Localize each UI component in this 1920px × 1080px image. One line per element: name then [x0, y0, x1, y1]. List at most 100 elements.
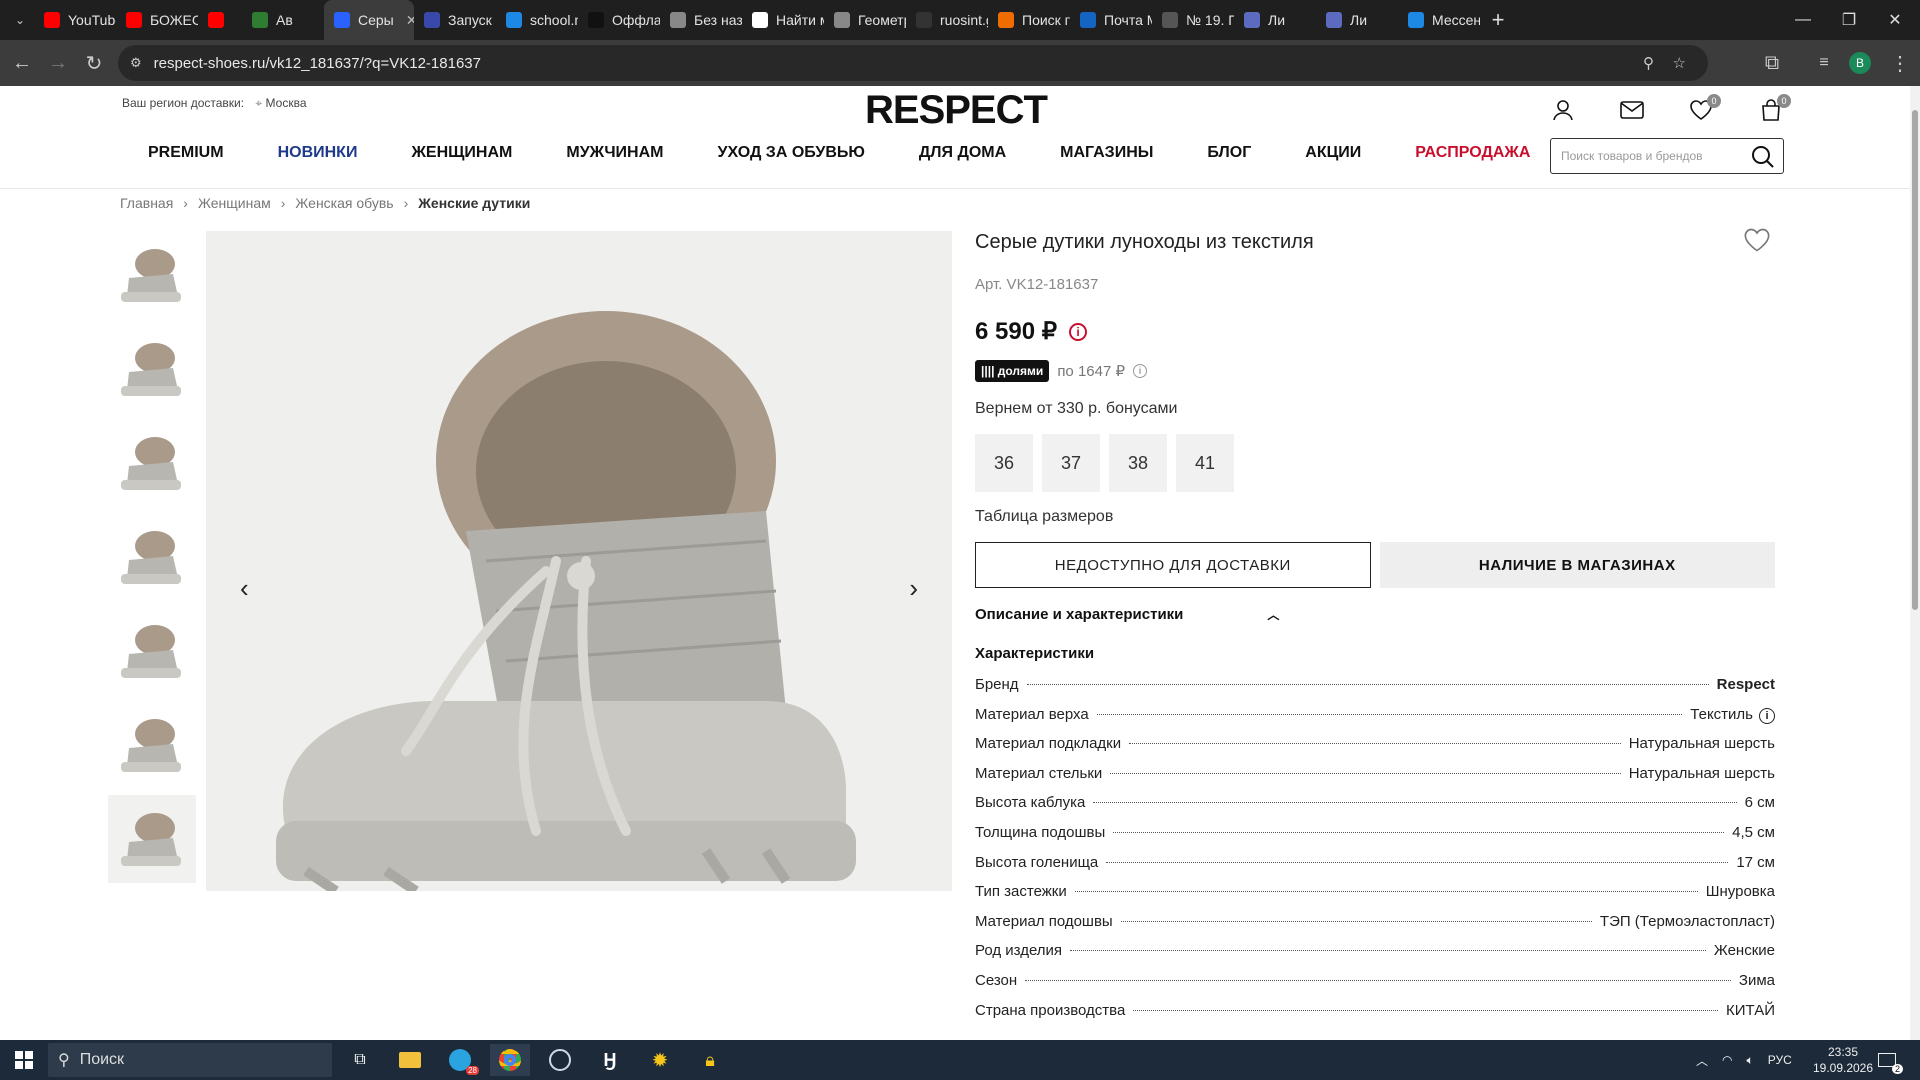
product-thumbnail[interactable]: [108, 889, 196, 891]
breadcrumb-item[interactable]: Женские дутики: [418, 195, 530, 211]
back-button[interactable]: ←: [4, 45, 40, 81]
browser-tab[interactable]: Ли: [1316, 0, 1398, 40]
profile-avatar[interactable]: B: [1849, 52, 1871, 74]
site-search-input[interactable]: Поиск товаров и брендов: [1550, 138, 1784, 174]
reload-button[interactable]: ↻: [76, 45, 112, 81]
forward-button[interactable]: →: [40, 45, 76, 81]
product-thumbnail[interactable]: [108, 513, 196, 601]
size-option[interactable]: 37: [1042, 434, 1100, 492]
product-thumbnail[interactable]: [108, 419, 196, 507]
app-h-icon[interactable]: Ӈ: [590, 1044, 630, 1076]
network-icon[interactable]: ◠: [1722, 1053, 1732, 1067]
nav-item[interactable]: МУЖЧИНАМ: [566, 144, 663, 162]
restore-button[interactable]: ❐: [1826, 0, 1872, 40]
site-info-icon[interactable]: ⚙: [130, 55, 142, 71]
breadcrumb-item[interactable]: Главная: [120, 195, 173, 211]
browser-tab[interactable]: Ли: [1234, 0, 1316, 40]
characteristic-value[interactable]: Respect: [1717, 676, 1775, 693]
browser-tab[interactable]: Геометри: [824, 0, 906, 40]
start-windows-icon[interactable]: [2, 1044, 46, 1076]
next-image-arrow-icon[interactable]: ›: [909, 573, 918, 604]
mail-icon[interactable]: [1616, 94, 1648, 126]
nav-item[interactable]: БЛОГ: [1207, 144, 1251, 162]
bookmark-star-icon[interactable]: ☆: [1673, 54, 1686, 72]
product-main-image[interactable]: ‹ ›: [206, 231, 952, 896]
browser-tab[interactable]: Почта Ма: [1070, 0, 1152, 40]
minimize-button[interactable]: —: [1780, 0, 1826, 40]
chrome-icon[interactable]: [490, 1044, 530, 1076]
new-tab-button[interactable]: +: [1480, 2, 1516, 38]
address-bar[interactable]: ⚙ respect-shoes.ru/vk12_181637/?q=VK12-1…: [118, 45, 1708, 81]
zoom-icon[interactable]: ⚲: [1643, 54, 1654, 72]
clock[interactable]: 23:35 19.09.2026: [1812, 1040, 1874, 1080]
extensions-icon[interactable]: ⧉: [1754, 45, 1790, 81]
product-thumbnail[interactable]: [108, 607, 196, 695]
site-logo[interactable]: RESPECT: [865, 88, 1048, 133]
telegram-icon[interactable]: 28: [440, 1044, 480, 1076]
size-option[interactable]: 41: [1176, 434, 1234, 492]
app-lock-icon[interactable]: 🔒︎: [690, 1044, 730, 1076]
steam-icon[interactable]: [540, 1044, 580, 1076]
volume-icon[interactable]: 🔈︎: [1747, 1053, 1754, 1068]
search-icon[interactable]: [1751, 145, 1775, 172]
delivery-region[interactable]: Ваш регион доставки: ⌖ Москва: [122, 96, 307, 111]
browser-tab[interactable]: БОЖЕСТВ: [116, 0, 198, 40]
taskbar-search[interactable]: ⚲ Поиск: [48, 1043, 332, 1077]
task-view-icon[interactable]: ⧉: [340, 1044, 380, 1076]
info-circle-icon[interactable]: i: [1759, 707, 1775, 724]
browser-tab[interactable]: ruosint.gu: [906, 0, 988, 40]
page-scrollbar[interactable]: [1910, 86, 1920, 1040]
browser-tab[interactable]: Серы ✕: [324, 0, 414, 40]
close-window-button[interactable]: ✕: [1872, 0, 1918, 40]
nav-item[interactable]: УХОД ЗА ОБУВЬЮ: [718, 144, 865, 162]
nav-item[interactable]: РАСПРОДАЖА: [1415, 144, 1530, 162]
tab-close-icon[interactable]: ✕: [406, 12, 414, 29]
product-thumbnail[interactable]: [108, 795, 196, 883]
browser-tab[interactable]: Поиск по: [988, 0, 1070, 40]
size-table-link[interactable]: Таблица размеров: [975, 508, 1775, 526]
browser-tab[interactable]: [198, 0, 242, 40]
browser-tab[interactable]: Без назва: [660, 0, 742, 40]
tray-chevron-up-icon[interactable]: ︿: [1696, 1052, 1708, 1069]
cart-bag-icon[interactable]: 0: [1755, 94, 1791, 126]
prev-image-arrow-icon[interactable]: ‹: [240, 573, 249, 604]
account-icon[interactable]: [1547, 94, 1579, 126]
tab-search-chevron-icon[interactable]: ⌄: [6, 2, 34, 38]
product-thumbnail[interactable]: [108, 701, 196, 789]
language-indicator[interactable]: РУС: [1768, 1053, 1792, 1067]
price-info-icon[interactable]: i: [1069, 322, 1087, 341]
favorite-heart-icon[interactable]: [1743, 227, 1771, 258]
browser-menu-icon[interactable]: ⋮: [1882, 45, 1918, 81]
nav-item[interactable]: ЖЕНЩИНАМ: [411, 144, 512, 162]
region-city[interactable]: Москва: [266, 96, 307, 110]
scrollbar-thumb[interactable]: [1912, 110, 1918, 610]
browser-tab[interactable]: Оффлайн: [578, 0, 660, 40]
browser-tab[interactable]: Найти ми: [742, 0, 824, 40]
breadcrumb-item[interactable]: Женская обувь: [295, 195, 393, 211]
media-control-icon[interactable]: ≡: [1806, 45, 1842, 81]
nav-item[interactable]: НОВИНКИ: [278, 144, 358, 162]
product-thumbnail[interactable]: [108, 231, 196, 319]
notifications-icon[interactable]: 2: [1878, 1040, 1903, 1080]
delivery-unavailable-button[interactable]: НЕДОСТУПНО ДЛЯ ДОСТАВКИ: [975, 542, 1371, 588]
app-sun-icon[interactable]: ✹: [640, 1044, 680, 1076]
nav-item[interactable]: АКЦИИ: [1305, 144, 1361, 162]
description-section-toggle[interactable]: Описание и характеристики ︿: [975, 606, 1775, 623]
file-explorer-icon[interactable]: [390, 1044, 430, 1076]
browser-tab[interactable]: YouTube: [34, 0, 116, 40]
browser-tab[interactable]: Ав: [242, 0, 324, 40]
nav-item[interactable]: PREMIUM: [148, 144, 224, 162]
size-option[interactable]: 36: [975, 434, 1033, 492]
wishlist-heart-icon[interactable]: 0: [1685, 94, 1721, 126]
product-thumbnail[interactable]: [108, 325, 196, 413]
browser-tab[interactable]: № 19. Пар: [1152, 0, 1234, 40]
breadcrumb-item[interactable]: Женщинам: [198, 195, 271, 211]
browser-tab[interactable]: Мессендж: [1398, 0, 1480, 40]
nav-item[interactable]: ДЛЯ ДОМА: [919, 144, 1006, 162]
browser-tab[interactable]: Запуск си: [414, 0, 496, 40]
browser-tab[interactable]: school.mo: [496, 0, 578, 40]
size-option[interactable]: 38: [1109, 434, 1167, 492]
dolyami-info-icon[interactable]: i: [1133, 364, 1148, 378]
nav-item[interactable]: МАГАЗИНЫ: [1060, 144, 1153, 162]
dolyami-installment[interactable]: |||| долями по 1647 ₽ i: [975, 360, 1775, 382]
